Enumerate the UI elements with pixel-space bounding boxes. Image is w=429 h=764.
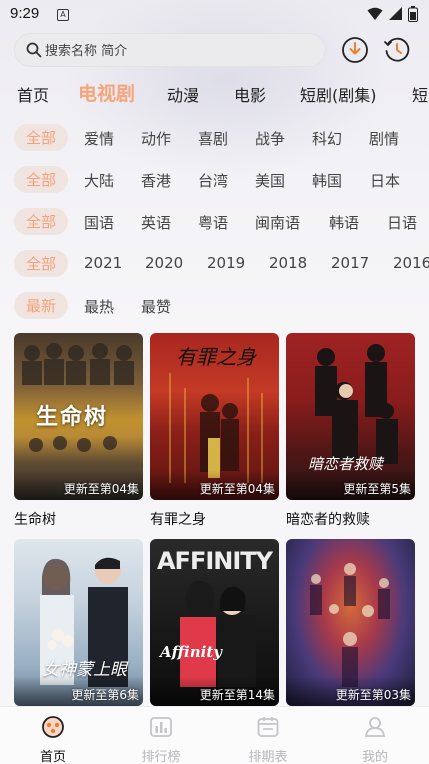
genre-chip[interactable]: 剧情 [369, 128, 399, 149]
genre-chip[interactable]: 爱情 [84, 128, 114, 149]
sort-chip-latest[interactable]: 最新 [14, 292, 69, 319]
tab-home[interactable]: 首页 [17, 82, 49, 106]
status-time: 9:29 [10, 5, 40, 22]
nav-profile[interactable]: 我的 [345, 715, 405, 764]
chart-icon [150, 717, 172, 737]
search-input[interactable] [45, 40, 315, 62]
language-chip[interactable]: 国语 [84, 212, 114, 233]
year-chip[interactable]: 2017 [331, 254, 369, 272]
language-chip[interactable]: 日语 [387, 212, 417, 233]
sort-chip-hottest[interactable]: 最热 [84, 296, 114, 317]
show-poster[interactable]: AFFINITY Affinity 更新至第14集 [150, 539, 279, 706]
genre-chip[interactable]: 科幻 [312, 128, 342, 149]
tab-tv-series[interactable]: 电视剧 [78, 79, 135, 106]
region-chip[interactable]: 美国 [255, 170, 285, 191]
sort-chip-most-liked[interactable]: 最赞 [141, 296, 171, 317]
nav-label: 排行榜 [141, 750, 181, 764]
genre-filter-row: 全部 爱情 动作 喜剧 战争 科幻 剧情 [0, 124, 429, 156]
episode-update-label: 更新至第14集 [199, 688, 275, 702]
tab-short-drama[interactable]: 短剧(剧集) [300, 82, 377, 106]
year-chip[interactable]: 2020 [145, 254, 183, 272]
wifi-icon [367, 7, 383, 20]
region-chip[interactable]: 韩国 [312, 170, 342, 191]
episode-update-label: 更新至第6集 [71, 688, 139, 702]
nav-ranking[interactable]: 排行榜 [131, 715, 191, 764]
tab-anime[interactable]: 动漫 [167, 82, 199, 106]
show-title[interactable]: 生命树 [14, 509, 143, 529]
battery-icon [408, 6, 418, 22]
language-filter-row: 全部 国语 英语 粤语 闽南语 韩语 日语 [0, 208, 429, 240]
calendar-icon [257, 717, 279, 737]
show-card[interactable]: 有罪之身 更新至第04集 有罪之身 [150, 333, 279, 529]
language-chip[interactable]: 闽南语 [255, 212, 300, 233]
signal-icon [389, 7, 402, 20]
language-chip[interactable]: 粤语 [198, 212, 228, 233]
nav-schedule[interactable]: 排期表 [238, 715, 298, 764]
show-title[interactable]: 暗恋者的救赎 [286, 509, 415, 529]
sort-filter-row: 最新 最热 最赞 [0, 292, 429, 324]
show-card[interactable]: 生命树 更新至第04集 生命树 [14, 333, 143, 529]
year-filter-row: 全部 2021 2020 2019 2018 2017 2016 [0, 250, 429, 282]
tab-movies[interactable]: 电影 [234, 82, 266, 106]
profile-icon [364, 717, 386, 737]
show-poster[interactable]: 暗恋者救赎 更新至第5集 [286, 333, 415, 500]
genre-chip-all[interactable]: 全部 [14, 124, 69, 151]
category-tabs: 首页 电视剧 动漫 电影 短剧(剧集) 短 [0, 78, 429, 110]
bottom-navigation: 首页 排行榜 排期表 我的 [0, 706, 429, 764]
show-poster[interactable]: 有罪之身 更新至第04集 [150, 333, 279, 500]
history-icon[interactable] [383, 36, 411, 64]
year-chip[interactable]: 2021 [84, 254, 122, 272]
show-title[interactable]: 有罪之身 [150, 509, 279, 529]
notification-icon: A [57, 9, 69, 21]
show-poster[interactable]: 更新至第03集 [286, 539, 415, 706]
episode-update-label: 更新至第04集 [199, 482, 275, 496]
nav-label: 排期表 [248, 750, 288, 764]
episode-update-label: 更新至第5集 [343, 482, 411, 496]
genre-chip[interactable]: 战争 [255, 128, 285, 149]
language-chip-all[interactable]: 全部 [14, 208, 69, 235]
poster-title-art: 有罪之身 [176, 345, 256, 369]
year-chip[interactable]: 2016 [393, 254, 429, 272]
nav-label: 首页 [39, 750, 66, 764]
show-card[interactable]: AFFINITY Affinity 更新至第14集 [150, 539, 279, 715]
genre-chip[interactable]: 喜剧 [198, 128, 228, 149]
genre-chip[interactable]: 动作 [141, 128, 171, 149]
region-chip[interactable]: 香港 [141, 170, 171, 191]
nav-label: 我的 [361, 750, 388, 764]
nav-home[interactable]: 首页 [23, 715, 83, 764]
search-icon [26, 42, 42, 58]
episode-update-label: 更新至第03集 [335, 688, 411, 702]
search-bar[interactable] [14, 33, 326, 67]
language-chip[interactable]: 韩语 [329, 212, 359, 233]
show-card[interactable]: 更新至第03集 [286, 539, 415, 715]
show-card[interactable]: 女神蒙上眼 更新至第6集 [14, 539, 143, 715]
region-chip[interactable]: 台湾 [198, 170, 228, 191]
show-poster[interactable]: 生命树 更新至第04集 [14, 333, 143, 500]
episode-update-label: 更新至第04集 [63, 482, 139, 496]
year-chip[interactable]: 2018 [269, 254, 307, 272]
year-chip-all[interactable]: 全部 [14, 250, 69, 277]
home-icon [42, 716, 64, 738]
tab-short[interactable]: 短 [412, 82, 428, 106]
status-bar: 9:29 A [0, 0, 429, 30]
region-chip[interactable]: 大陆 [84, 170, 114, 191]
download-icon[interactable] [341, 36, 369, 64]
language-chip[interactable]: 英语 [141, 212, 171, 233]
region-chip[interactable]: 日本 [370, 170, 400, 191]
region-chip-all[interactable]: 全部 [14, 166, 69, 193]
poster-title-art: 生命树 [36, 404, 109, 430]
show-poster[interactable]: 女神蒙上眼 更新至第6集 [14, 539, 143, 706]
region-filter-row: 全部 大陆 香港 台湾 美国 韩国 日本 [0, 166, 429, 198]
show-card[interactable]: 暗恋者救赎 更新至第5集 暗恋者的救赎 [286, 333, 415, 529]
poster-logo-art: Affinity [160, 643, 222, 661]
year-chip[interactable]: 2019 [207, 254, 245, 272]
